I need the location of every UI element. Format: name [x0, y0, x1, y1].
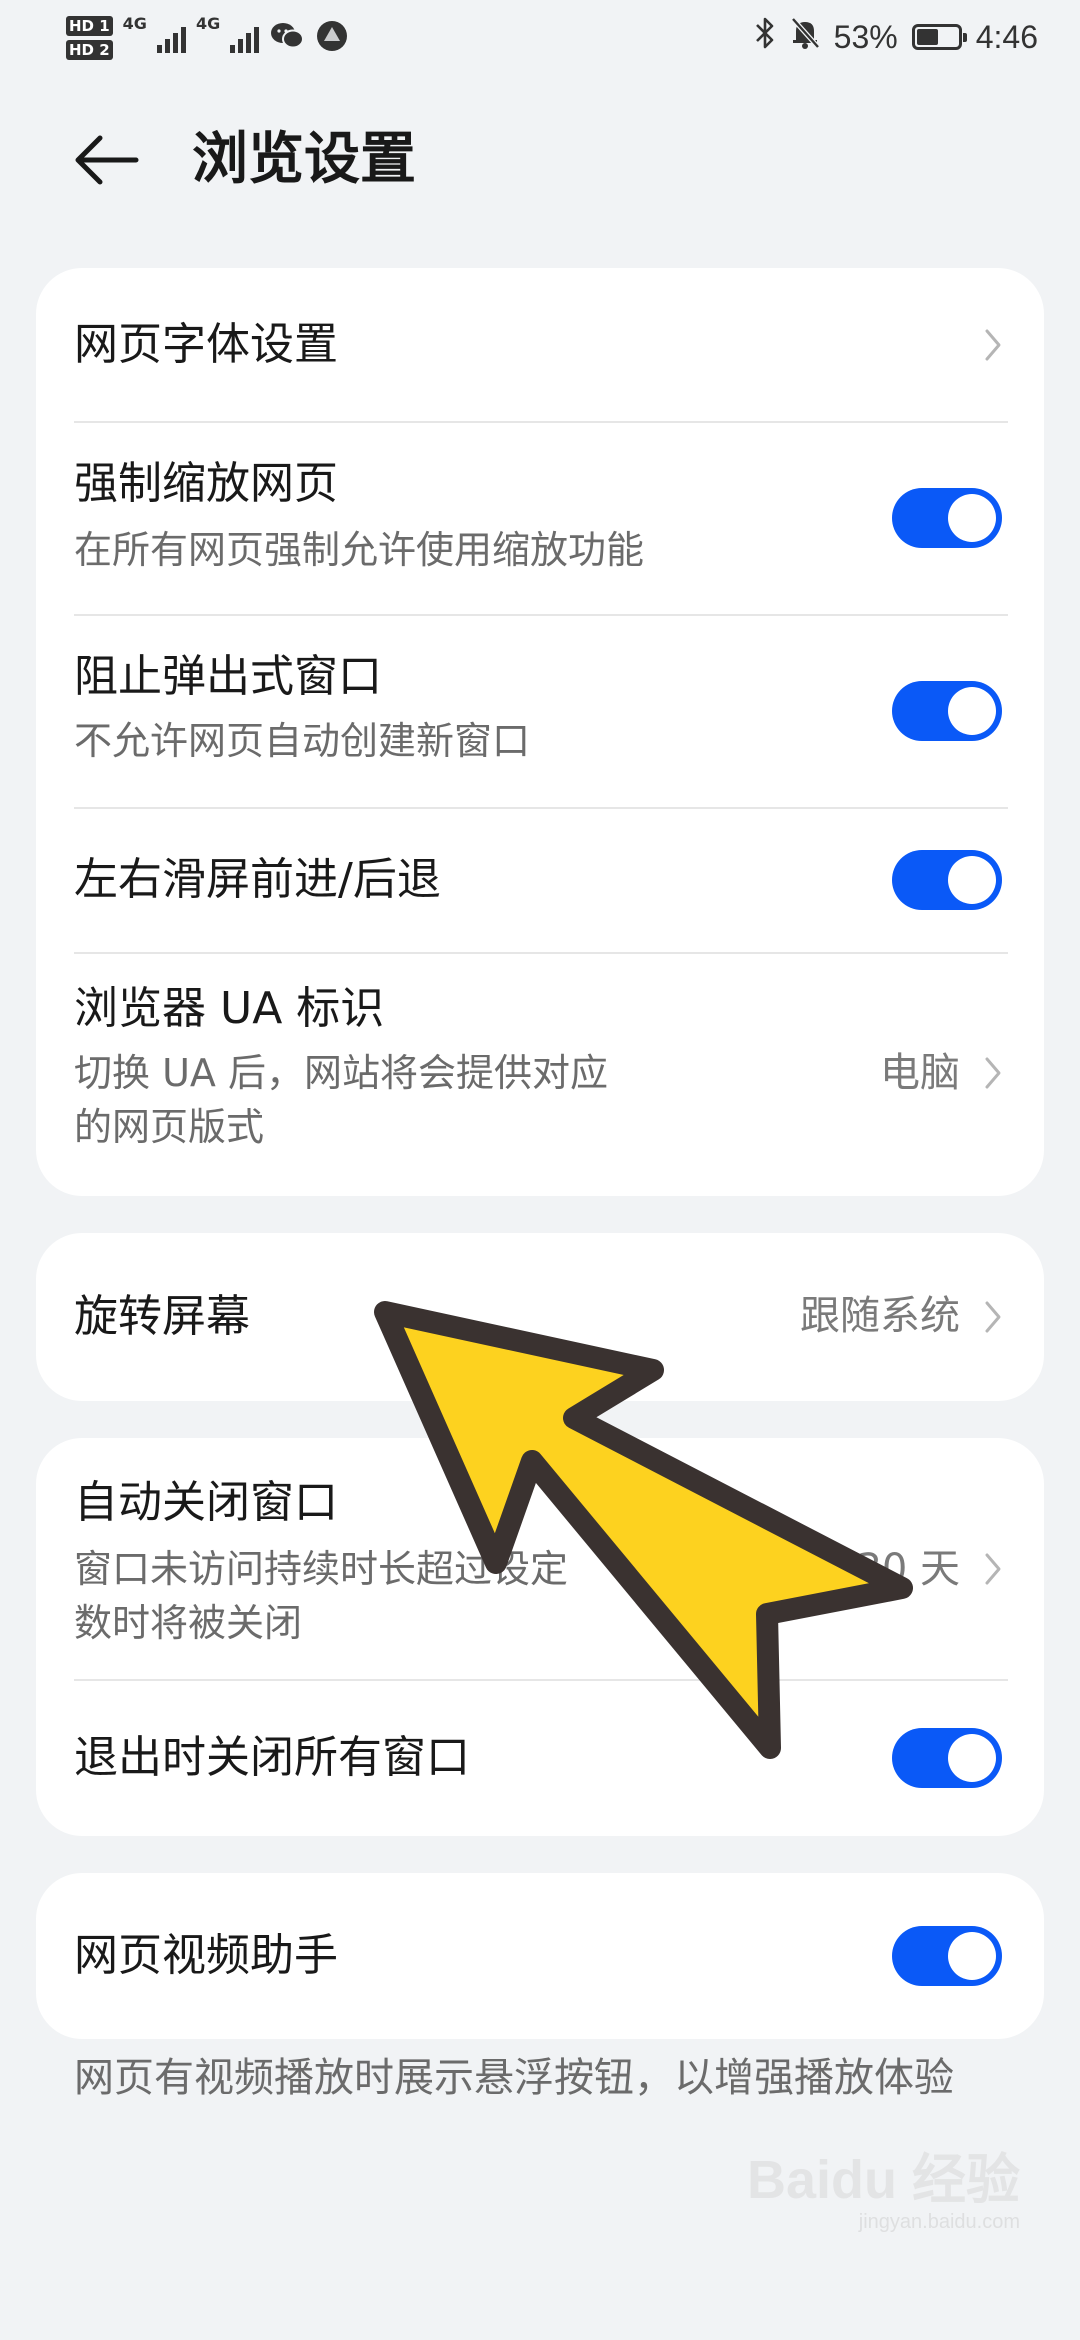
- ua-subtitle-1: 切换 UA 后，网站将会提供对应: [74, 1051, 608, 1095]
- toggle-knob: [948, 1734, 996, 1782]
- signal-icon-2: [230, 23, 260, 53]
- ua-subtitle-2: 的网页版式: [74, 1105, 265, 1149]
- force-zoom-title: 强制缩放网页: [74, 458, 338, 509]
- watermark-logo: Baidu 经验: [746, 2150, 1020, 2210]
- ua-title: 浏览器 UA 标识: [74, 983, 385, 1034]
- block-popups-title: 阻止弹出式窗口: [74, 651, 382, 702]
- video-helper-title: 网页视频助手: [74, 1930, 338, 1981]
- auto-close-row[interactable]: 自动关闭窗口 窗口未访问持续时长超过设定 数时将被关闭 30 天: [36, 1438, 1044, 1680]
- font-settings-row[interactable]: 网页字体设置: [36, 268, 1044, 422]
- app-header: 浏览设置: [0, 110, 1080, 210]
- ua-row[interactable]: 浏览器 UA 标识 切换 UA 后，网站将会提供对应 的网页版式 电脑: [36, 954, 1044, 1196]
- watermark-url: jingyan.baidu.com: [858, 2211, 1020, 2233]
- settings-card-3: 自动关闭窗口 窗口未访问持续时长超过设定 数时将被关闭 30 天 退出时关闭所有…: [36, 1438, 1044, 1836]
- settings-card-2: 旋转屏幕 跟随系统: [36, 1233, 1044, 1401]
- block-popups-subtitle: 不允许网页自动创建新窗口: [74, 719, 531, 763]
- rotate-screen-row[interactable]: 旋转屏幕 跟随系统: [36, 1233, 1044, 1401]
- toggle-knob: [948, 494, 996, 542]
- block-popups-toggle[interactable]: [892, 681, 1002, 741]
- auto-close-value: 30 天: [856, 1546, 960, 1592]
- force-zoom-toggle[interactable]: [892, 488, 1002, 548]
- mute-bell-icon: [790, 16, 820, 58]
- force-zoom-row: 强制缩放网页 在所有网页强制允许使用缩放功能: [36, 423, 1044, 615]
- bluetooth-icon: [754, 16, 776, 58]
- network-type-1: 4G: [122, 14, 147, 33]
- toggle-knob: [948, 1932, 996, 1980]
- close-on-exit-row: 退出时关闭所有窗口: [36, 1681, 1044, 1836]
- block-popups-row: 阻止弹出式窗口 不允许网页自动创建新窗口: [36, 616, 1044, 808]
- status-right: 53% 4:46: [754, 12, 1038, 62]
- baidu-watermark: Baidu 经验 jingyan.baidu.com: [747, 2150, 1020, 2234]
- signal-icon: [156, 23, 186, 53]
- settings-card-4: 网页视频助手: [36, 1873, 1044, 2039]
- network-type-2: 4G: [195, 14, 221, 33]
- hd-indicators: HD 1 HD 2: [66, 16, 113, 60]
- auto-close-title: 自动关闭窗口: [74, 1477, 338, 1528]
- video-helper-toggle[interactable]: [892, 1926, 1002, 1986]
- status-left: HD 1 HD 2 4G 4G: [66, 8, 349, 68]
- chevron-right-icon: [985, 1057, 1001, 1089]
- wechat-icon: [269, 20, 305, 56]
- close-on-exit-title: 退出时关闭所有窗口: [74, 1732, 470, 1783]
- settings-card-1: 网页字体设置 强制缩放网页 在所有网页强制允许使用缩放功能 阻止弹出式窗口 不允…: [36, 268, 1044, 1196]
- ua-value: 电脑: [880, 1050, 960, 1096]
- auto-close-subtitle-2: 数时将被关闭: [74, 1601, 303, 1645]
- status-bar: HD 1 HD 2 4G 4G 53% 4:46: [0, 0, 1080, 76]
- battery-level: [916, 29, 938, 45]
- toggle-knob: [948, 687, 996, 735]
- toggle-knob: [948, 856, 996, 904]
- chevron-right-icon: [985, 1301, 1001, 1333]
- font-settings-title: 网页字体设置: [74, 319, 338, 370]
- page-title: 浏览设置: [192, 127, 416, 192]
- hd1-badge: HD 1: [66, 16, 113, 36]
- chevron-right-icon: [985, 1553, 1001, 1585]
- battery-icon: [911, 24, 967, 50]
- rotate-screen-value: 跟随系统: [800, 1293, 960, 1339]
- video-helper-row: 网页视频助手: [36, 1873, 1044, 2039]
- swipe-nav-row: 左右滑屏前进/后退: [36, 809, 1044, 953]
- battery-percent: 53%: [833, 18, 898, 55]
- clock: 4:46: [975, 18, 1038, 55]
- back-arrow-icon[interactable]: [70, 130, 142, 190]
- hd2-badge: HD 2: [66, 40, 113, 60]
- close-on-exit-toggle[interactable]: [892, 1728, 1002, 1788]
- swipe-nav-title: 左右滑屏前进/后退: [74, 854, 441, 905]
- video-helper-footnote: 网页有视频播放时展示悬浮按钮，以增强播放体验: [74, 2055, 954, 2101]
- force-zoom-subtitle: 在所有网页强制允许使用缩放功能: [74, 528, 645, 572]
- browser-icon: [315, 19, 349, 57]
- auto-close-subtitle-1: 窗口未访问持续时长超过设定: [74, 1547, 569, 1591]
- chevron-right-icon: [985, 329, 1001, 361]
- swipe-nav-toggle[interactable]: [892, 850, 1002, 910]
- rotate-screen-title: 旋转屏幕: [74, 1291, 250, 1342]
